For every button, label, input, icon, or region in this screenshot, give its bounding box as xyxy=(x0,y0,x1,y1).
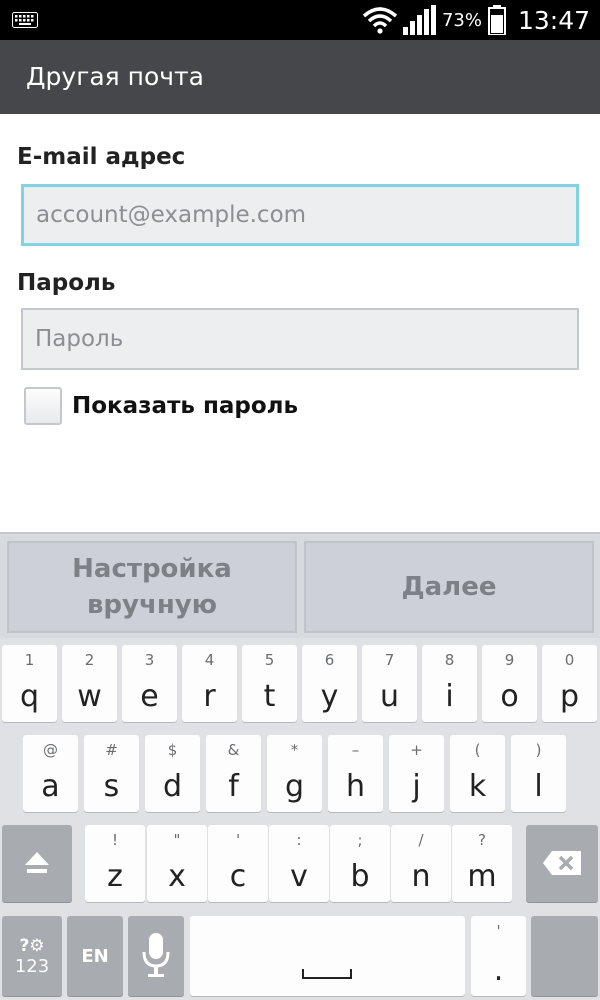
shift-key[interactable] xyxy=(2,825,72,902)
space-bar-icon xyxy=(302,969,352,979)
battery-icon xyxy=(487,5,506,35)
key-s[interactable]: # s xyxy=(84,735,139,812)
email-label: E-mail адрес xyxy=(17,144,186,170)
voice-input-key[interactable] xyxy=(128,916,184,996)
signal-icon xyxy=(402,5,436,35)
key-y[interactable]: 6y xyxy=(302,645,357,722)
manual-setup-button[interactable]: Настройка вручную xyxy=(7,541,297,633)
period-key-label: . xyxy=(493,953,504,988)
email-field-container[interactable] xyxy=(21,184,579,246)
key-t[interactable]: 5t xyxy=(242,645,297,722)
microphone-icon xyxy=(142,933,170,977)
period-key[interactable]: ' . xyxy=(471,916,526,996)
key-g[interactable]: * g xyxy=(267,735,322,812)
next-button-label: Далее xyxy=(401,571,497,602)
key-m[interactable]: ? m xyxy=(452,825,512,902)
key-x[interactable]: " x xyxy=(147,825,207,902)
key-o[interactable]: 9o xyxy=(482,645,537,722)
show-password-checkbox[interactable] xyxy=(24,387,62,425)
symbols-key-bottom: 123 xyxy=(14,955,50,977)
period-key-hint: ' xyxy=(496,922,501,940)
key-i[interactable]: 8i xyxy=(422,645,477,722)
password-label: Пароль xyxy=(17,270,116,296)
title-bar: Другая почта xyxy=(0,40,600,114)
show-password-row[interactable]: Показать пароль xyxy=(24,386,298,426)
email-field[interactable] xyxy=(24,187,576,243)
symbols-key-top: ?⚙ xyxy=(19,935,45,956)
page-title: Другая почта xyxy=(26,62,204,91)
key-h[interactable]: – h xyxy=(328,735,383,812)
next-button[interactable]: Далее xyxy=(304,541,594,633)
key-n[interactable]: / n xyxy=(391,825,451,902)
key-k[interactable]: (k xyxy=(450,735,505,812)
wifi-icon xyxy=(362,7,398,34)
key-e[interactable]: 3e xyxy=(122,645,177,722)
battery-percent: 73% xyxy=(441,9,482,31)
key-l[interactable]: ) l xyxy=(511,735,566,812)
key-q[interactable]: 1q xyxy=(2,645,57,722)
password-field-container[interactable] xyxy=(21,308,579,370)
password-field[interactable] xyxy=(23,310,577,368)
key-r[interactable]: 4r xyxy=(182,645,237,722)
soft-keyboard: 1q 2w 3e 4r 5t 6y 7u 8i 9o 0p @ a # s $ d &… xyxy=(0,638,600,1000)
key-w[interactable]: 2w xyxy=(62,645,117,722)
keyboard-icon xyxy=(12,12,38,28)
action-bar: Настройка вручную Далее xyxy=(0,532,600,638)
language-key-label: EN xyxy=(81,945,109,967)
status-bar: 73% 13:47 xyxy=(0,0,600,40)
backspace-icon xyxy=(543,851,581,875)
key-a[interactable]: @ a xyxy=(23,735,78,812)
space-key[interactable] xyxy=(190,916,465,996)
key-j[interactable]: + j xyxy=(389,735,444,812)
manual-setup-label-line2: вручную xyxy=(86,590,218,620)
key-u[interactable]: 7u xyxy=(362,645,417,722)
clock: 13:47 xyxy=(517,5,590,35)
key-z[interactable]: ! z xyxy=(85,825,145,902)
key-b[interactable]: ; b xyxy=(330,825,390,902)
symbols-key[interactable]: ?⚙ 123 xyxy=(2,916,62,996)
manual-setup-label-line1: Настройка xyxy=(72,553,232,584)
show-password-label[interactable]: Показать пароль xyxy=(72,393,298,419)
language-key[interactable]: EN xyxy=(67,916,123,996)
key-f[interactable]: & f xyxy=(206,735,261,812)
shift-arrow-icon xyxy=(25,852,49,873)
key-v[interactable]: :v xyxy=(269,825,329,902)
backspace-key[interactable] xyxy=(526,825,598,902)
key-d[interactable]: $ d xyxy=(145,735,200,812)
key-c[interactable]: ' c xyxy=(208,825,268,902)
enter-key[interactable] xyxy=(531,916,598,996)
key-p[interactable]: 0p xyxy=(542,645,597,722)
